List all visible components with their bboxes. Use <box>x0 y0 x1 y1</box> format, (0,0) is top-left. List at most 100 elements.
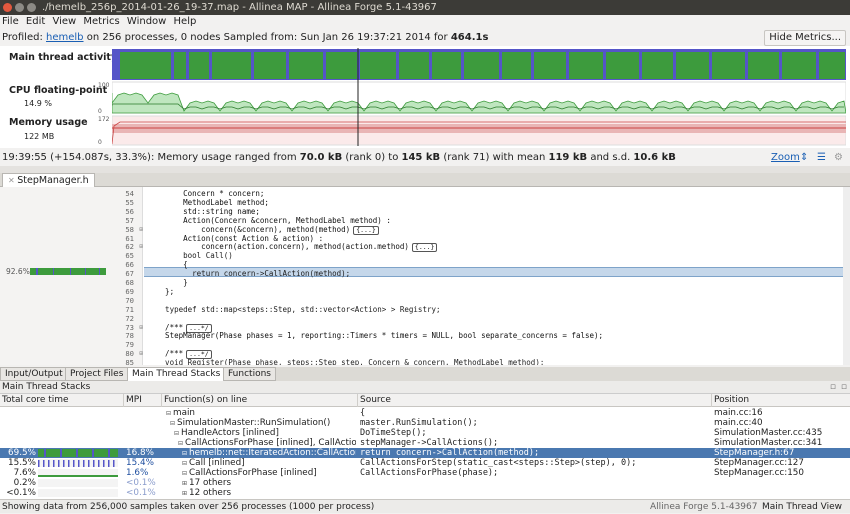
collapse-icon[interactable]: ⊟ <box>174 430 179 437</box>
status-sd: 10.6 kB <box>633 152 676 163</box>
code-line: StepManager(Phase phases = 1, reporting:… <box>147 331 604 341</box>
col-position[interactable]: Position <box>712 394 850 407</box>
line-number: 71 <box>125 304 134 314</box>
code-line: concern(&concern), method(method) {...} <box>147 225 379 235</box>
tab-main-thread-stacks[interactable]: Main Thread Stacks <box>127 367 226 381</box>
activity-segment <box>174 52 186 79</box>
code-line: void Register(Phase phase, steps::Step s… <box>147 358 545 365</box>
line-number: 67 <box>125 269 134 279</box>
line-number: 73 ⊞ <box>125 322 143 332</box>
table-row[interactable]: 7.6% 1.6% ⊟ CallActionsForPhase [inlined] Ca… <box>0 468 850 478</box>
collapse-icon[interactable]: ⊟ <box>182 470 187 477</box>
col-total-core-time[interactable]: Total core time <box>0 394 124 407</box>
table-row[interactable]: 69.5% 16.8% ⊟ hemelb::net::IteratedAction::… <box>0 448 850 458</box>
col-source[interactable]: Source <box>358 394 712 407</box>
collapse-icon[interactable]: ⊟ <box>178 440 183 447</box>
status-sd-label: and s.d. <box>587 152 634 163</box>
code-line: Action(const Action & action) : <box>147 233 324 243</box>
metric-label-memory: Memory usage <box>9 117 88 128</box>
profile-details: on 256 processes, 0 nodes Sampled from: … <box>83 32 451 43</box>
table-row[interactable]: ⊟ SimulationMaster::RunSimulation() master… <box>0 418 850 428</box>
memory-axis-min: 0 <box>98 139 102 146</box>
source-cell: CallActionsForStep(static_cast<steps::St… <box>360 458 637 468</box>
col-functions[interactable]: Function(s) on line <box>162 394 358 407</box>
metrics-chart[interactable] <box>112 48 846 146</box>
fold-box[interactable]: {...} <box>411 243 438 253</box>
tab-project-files[interactable]: Project Files <box>65 367 129 381</box>
window-titlebar: ./hemelb_256p_2014-01-26_19-37.map - All… <box>0 0 850 15</box>
stack-table[interactable]: ⊟ main{main.cc:16 ⊟ SimulationMaster::RunSi… <box>0 407 850 499</box>
profiled-label: Profiled: <box>2 32 46 43</box>
core-time-value: <0.1% <box>6 488 36 498</box>
table-row[interactable]: ⊟ CallActionsForPhase [inlined], CallActi… <box>0 438 850 448</box>
maximize-window-icon[interactable] <box>27 3 36 12</box>
activity-segment <box>464 52 499 79</box>
activity-segment <box>712 52 745 79</box>
hide-metrics-button[interactable]: Hide Metrics... <box>764 30 846 46</box>
line-number: 68 <box>125 278 134 287</box>
activity-segment <box>502 52 531 79</box>
core-time-sparkline <box>38 489 118 497</box>
col-mpi[interactable]: MPI <box>124 394 162 407</box>
menu-metrics[interactable]: Metrics <box>83 16 119 27</box>
settings-icon[interactable]: ⚙ <box>834 149 843 166</box>
expand-icon[interactable]: ⊞ <box>182 480 187 487</box>
footer-version: Allinea Forge 5.1-43967 <box>650 502 758 512</box>
core-time-value: 15.5% <box>8 458 36 468</box>
table-row[interactable]: <0.1% <0.1% ⊞ 12 others <box>0 488 850 498</box>
zoom-link[interactable]: Zoom <box>771 149 800 166</box>
table-row[interactable]: 0.2% <0.1% ⊞ 17 others <box>0 478 850 488</box>
metric-label-cpu: CPU floating-point <box>9 85 108 96</box>
core-time-value: 0.2% <box>13 478 36 488</box>
expand-icon[interactable]: ⊞ <box>182 490 187 497</box>
zoom-in-icon[interactable]: ⇕ <box>800 149 808 166</box>
function-name: hemelb::net::IteratedAction::CallAction.… <box>189 448 356 458</box>
status-max: 145 kB <box>401 152 441 163</box>
activity-segment <box>606 52 639 79</box>
source-cell: { <box>360 408 366 418</box>
menu-edit[interactable]: Edit <box>26 16 45 27</box>
list-view-icon[interactable]: ☰ <box>817 149 826 166</box>
line-number: 85 <box>125 358 134 365</box>
core-time-sparkline <box>38 449 118 457</box>
float-panel-icon[interactable]: ▫ <box>830 381 836 394</box>
status-mean: 119 kB <box>548 152 588 163</box>
metrics-graphs[interactable]: Main thread activity CPU floating-point … <box>0 46 850 148</box>
table-row[interactable]: 15.5% 15.4% ⊟ Call [inlined] CallActionsForS… <box>0 458 850 468</box>
activity-segment <box>569 52 603 79</box>
bottom-tab-bar: Input/Output Project Files Main Thread S… <box>0 367 850 381</box>
table-row[interactable]: ⊟ main {main.cc:16 <box>0 408 850 418</box>
status-time: 19:39:55 (+154.087s, 33.3%): Memory usag… <box>2 152 300 163</box>
splitter[interactable] <box>0 166 850 173</box>
fold-box[interactable]: {...} <box>353 225 379 235</box>
menu-help[interactable]: Help <box>174 16 197 27</box>
source-code-view[interactable]: 92.6% 54 Concern * concern; 55 MethodLabe… <box>0 187 850 365</box>
menu-window[interactable]: Window <box>127 16 166 27</box>
collapse-icon[interactable]: ⊟ <box>182 460 187 467</box>
mpi-cell: 16.8% <box>126 448 154 458</box>
collapse-icon[interactable]: ⊟ <box>182 450 187 457</box>
close-window-icon[interactable] <box>3 3 12 12</box>
app-link[interactable]: hemelb <box>46 32 84 43</box>
source-cell: master.RunSimulation(); <box>360 418 478 428</box>
source-scrollbar[interactable] <box>843 187 850 365</box>
function-name: 12 others <box>189 488 232 498</box>
close-tab-icon[interactable]: ✕ <box>8 176 17 185</box>
tab-input-output[interactable]: Input/Output <box>0 367 68 381</box>
core-time-value: 69.5% <box>8 448 36 458</box>
window-title: ./hemelb_256p_2014-01-26_19-37.map - All… <box>42 2 437 13</box>
code-line: { <box>147 260 188 270</box>
menu-view[interactable]: View <box>52 16 76 27</box>
table-row[interactable]: ⊟ HandleActors [inlined] DoTimeStep(); Simu… <box>0 428 850 438</box>
activity-segment <box>120 52 171 79</box>
activity-segment <box>432 52 461 79</box>
close-panel-icon[interactable]: ▫ <box>841 381 847 394</box>
line-number: 66 <box>125 260 134 270</box>
collapse-icon[interactable]: ⊟ <box>170 420 175 427</box>
collapse-icon[interactable]: ⊟ <box>166 410 171 417</box>
footer-summary: Showing data from 256,000 samples taken … <box>2 502 375 512</box>
tab-stepmanager-h[interactable]: ✕ StepManager.h <box>2 173 95 187</box>
minimize-window-icon[interactable] <box>15 3 24 12</box>
menu-file[interactable]: File <box>2 16 19 27</box>
tab-functions[interactable]: Functions <box>223 367 276 381</box>
